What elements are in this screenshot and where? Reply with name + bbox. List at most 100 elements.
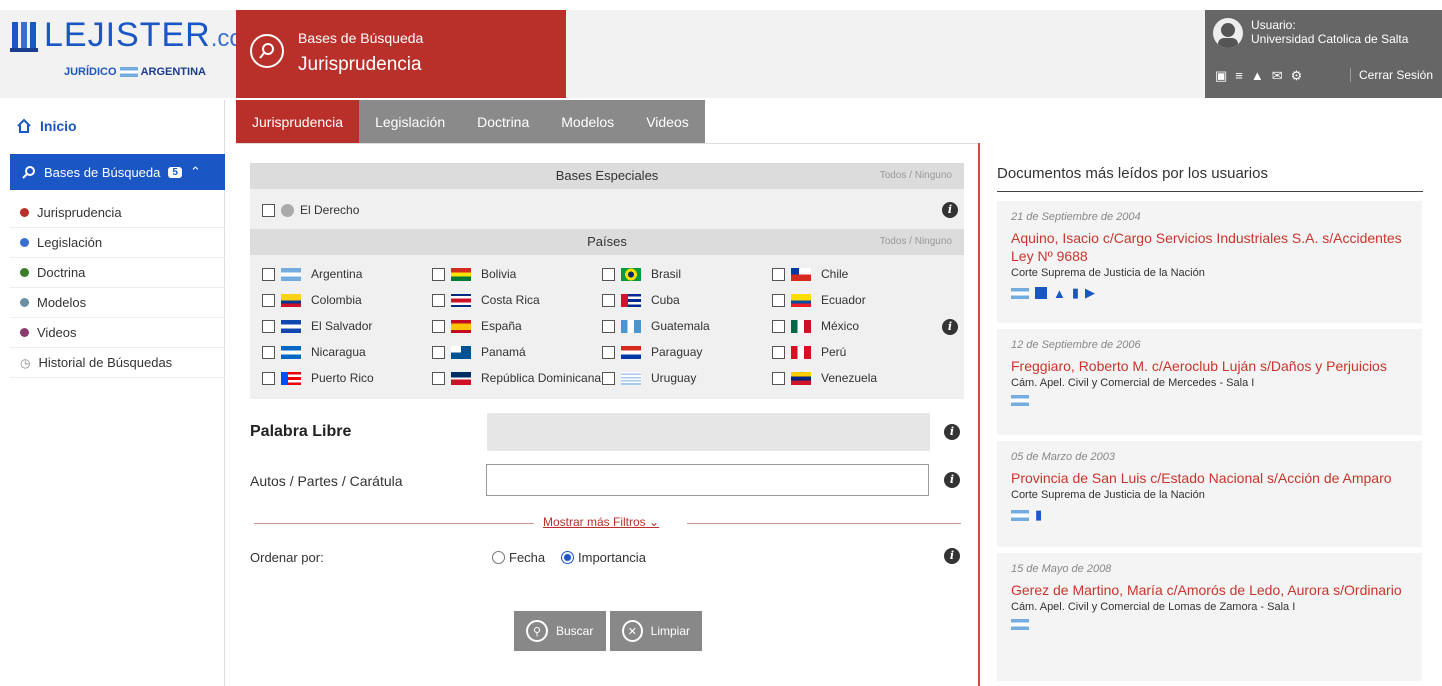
checkbox[interactable] [602,345,615,359]
gear-icon[interactable]: ⚙ [1291,68,1303,84]
country-colombia[interactable]: Colombia [262,293,362,307]
doc-title-link[interactable]: Gerez de Martino, María c/Amorós de Ledo… [1011,581,1408,599]
info-icon[interactable]: i [944,548,960,564]
close-icon: ✕ [622,620,643,642]
radio-importancia[interactable] [561,551,574,564]
checkbox[interactable] [602,293,615,307]
doc-title-link[interactable]: Aquino, Isacio c/Cargo Servicios Industr… [1011,229,1408,265]
country-republica-dominicana[interactable]: República Dominicana [432,371,601,385]
site-logo[interactable]: LEJISTER.com JURÍDICOARGENTINA [10,12,263,82]
country-cuba[interactable]: Cuba [602,293,680,307]
play-icon[interactable]: ▶ [1085,285,1095,301]
bell-icon[interactable]: ▲ [1053,286,1066,301]
buscar-button[interactable]: ⚲ Buscar [514,611,606,651]
country-panama[interactable]: Panamá [432,345,526,359]
checkbox[interactable] [262,371,275,385]
checkbox[interactable] [262,293,275,307]
sidebar: Inicio Bases de Búsqueda 5 ⌃ Jurispruden… [10,100,225,686]
logout-link[interactable]: Cerrar Sesión [1350,68,1433,82]
bell-icon[interactable]: ▲ [1251,68,1264,84]
checkbox[interactable] [432,319,445,333]
checkbox[interactable] [772,293,785,307]
layers-icon[interactable]: ≡ [1235,68,1243,84]
doc-card[interactable]: 05 de Marzo de 2003 Provincia de San Lui… [997,441,1422,547]
argentina-flag-icon [1011,287,1029,299]
checkbox[interactable] [602,371,615,385]
checkbox[interactable] [602,319,615,333]
books-logo-icon [10,22,38,52]
tab-modelos[interactable]: Modelos [545,100,631,144]
sort-importancia-option[interactable]: Importancia [561,550,646,565]
country-peru[interactable]: Perú [772,345,846,359]
doc-title-link[interactable]: Freggiaro, Roberto M. c/Aeroclub Luján s… [1011,357,1408,375]
doc-card[interactable]: 21 de Septiembre de 2004 Aquino, Isacio … [997,201,1422,323]
checkbox[interactable] [772,267,785,281]
doc-card[interactable]: 15 de Mayo de 2008 Gerez de Martino, Mar… [997,553,1422,681]
country-costa-rica[interactable]: Costa Rica [432,293,540,307]
sidebar-item-historial[interactable]: ◷ Historial de Búsquedas [10,348,225,378]
info-icon[interactable]: i [942,202,958,218]
avatar[interactable] [1213,18,1243,48]
checkbox[interactable] [432,293,445,307]
country-paraguay[interactable]: Paraguay [602,345,702,359]
country-mexico[interactable]: México [772,319,859,333]
info-icon[interactable]: i [942,319,958,335]
tab-doctrina[interactable]: Doctrina [461,100,546,144]
country-label: Argentina [311,267,363,281]
mostrar-filtros-link[interactable]: Mostrar más Filtros ⌄ [543,515,659,529]
checkbox[interactable] [262,203,275,217]
book-icon[interactable]: ▣ [1215,68,1227,84]
sort-fecha-option[interactable]: Fecha [492,550,545,565]
country-argentina[interactable]: Argentina [262,267,362,281]
el-derecho-option[interactable]: El Derecho [262,203,359,217]
sidebar-home[interactable]: Inicio [16,118,77,134]
country-brasil[interactable]: Brasil [602,267,681,281]
palabra-libre-input[interactable] [487,413,930,451]
sidebar-item-doctrina[interactable]: Doctrina [10,258,225,288]
doc-card[interactable]: 12 de Septiembre de 2006 Freggiaro, Robe… [997,329,1422,435]
column-divider [978,143,980,686]
country-espana[interactable]: España [432,319,522,333]
country-el-salvador[interactable]: El Salvador [262,319,372,333]
todos-ninguno-link[interactable]: Todos / Ninguno [880,229,952,255]
checkbox[interactable] [262,267,275,281]
mail-icon[interactable]: ✉ [1272,68,1283,84]
country-uruguay[interactable]: Uruguay [602,371,696,385]
country-chile[interactable]: Chile [772,267,848,281]
checkbox[interactable] [432,267,445,281]
checkbox[interactable] [772,371,785,385]
country-venezuela[interactable]: Venezuela [772,371,877,385]
checkbox[interactable] [772,345,785,359]
checkbox[interactable] [262,345,275,359]
country-bolivia[interactable]: Bolivia [432,267,516,281]
checkbox[interactable] [602,267,615,281]
tab-legislacion[interactable]: Legislación [359,100,462,144]
bases-especiales-title: Bases Especiales [555,168,659,183]
checkbox[interactable] [772,319,785,333]
country-nicaragua[interactable]: Nicaragua [262,345,366,359]
doc-title-link[interactable]: Provincia de San Luis c/Estado Nacional … [1011,469,1408,487]
sidebar-item-jurisprudencia[interactable]: Jurisprudencia [10,198,225,228]
country-ecuador[interactable]: Ecuador [772,293,866,307]
tab-videos[interactable]: Videos [630,100,705,144]
autos-partes-input[interactable] [486,464,929,496]
sidebar-item-legislacion[interactable]: Legislación [10,228,225,258]
sidebar-item-videos[interactable]: Videos [10,318,225,348]
country-puerto-rico[interactable]: Puerto Rico [262,371,374,385]
info-icon[interactable]: i [944,424,960,440]
checkbox[interactable] [432,371,445,385]
bookmark-icon[interactable]: ▮ [1035,507,1042,523]
info-icon[interactable]: i [944,472,960,488]
sidebar-bases-button[interactable]: Bases de Búsqueda 5 ⌃ [10,154,225,190]
radio-fecha[interactable] [492,551,505,564]
doc-court: Corte Suprema de Justicia de la Nación [1011,267,1205,279]
checkbox[interactable] [262,319,275,333]
checkbox[interactable] [432,345,445,359]
country-guatemala[interactable]: Guatemala [602,319,710,333]
tab-jurisprudencia[interactable]: Jurisprudencia [236,100,360,144]
sidebar-item-modelos[interactable]: Modelos [10,288,225,318]
bookmark-icon[interactable]: ▮ [1072,285,1079,301]
folder-icon[interactable] [1035,287,1047,299]
todos-ninguno-link[interactable]: Todos / Ninguno [880,163,952,189]
limpiar-button[interactable]: ✕ Limpiar [610,611,702,651]
